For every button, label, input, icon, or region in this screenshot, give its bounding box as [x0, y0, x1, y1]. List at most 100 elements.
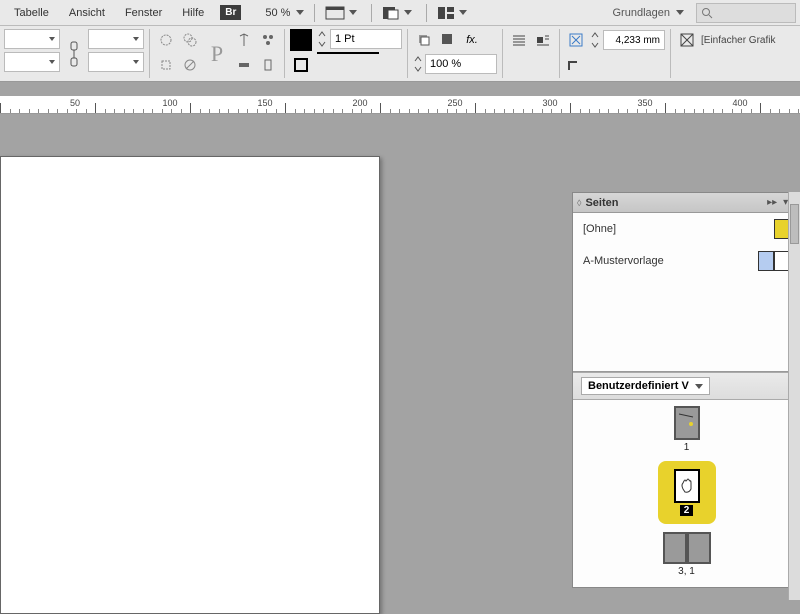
text-wrap-icon[interactable] — [532, 29, 554, 51]
stepper-icon[interactable] — [317, 30, 327, 48]
document-page[interactable] — [0, 156, 380, 614]
stroke-style-preview[interactable] — [317, 52, 379, 54]
master-row-a[interactable]: A-Mustervorlage — [573, 245, 800, 277]
ruler-tick: 50 — [70, 98, 80, 108]
hand-icon — [678, 475, 696, 497]
drop-shadow-icon[interactable] — [437, 29, 459, 51]
paragraph-icon[interactable]: P — [204, 32, 230, 76]
page-number: 1 — [684, 442, 690, 453]
page-item-1[interactable]: 1 — [674, 406, 700, 453]
grip-icon: ◊ — [577, 198, 581, 208]
workspace-switcher[interactable]: Grundlagen — [613, 7, 671, 19]
horizontal-ruler[interactable]: 50 100 150 200 250 300 350 400 — [0, 96, 800, 114]
separator — [426, 4, 427, 22]
chevron-down-icon — [49, 60, 55, 64]
chevron-down-icon[interactable] — [404, 10, 412, 15]
stroke-swatch[interactable] — [290, 54, 312, 76]
separator — [149, 29, 150, 78]
h-field[interactable] — [88, 52, 144, 72]
x-field[interactable] — [4, 29, 60, 49]
effects-icon[interactable] — [413, 29, 435, 51]
chevron-down-icon[interactable] — [459, 10, 467, 15]
ruler-tick: 350 — [637, 98, 652, 108]
stepper-icon[interactable] — [413, 55, 423, 73]
ruler-tick: 100 — [162, 98, 177, 108]
separator — [284, 29, 285, 78]
fx-icon[interactable]: fx. — [461, 29, 483, 51]
menubar: Tabelle Ansicht Fenster Hilfe Br 50 % Gr… — [0, 0, 800, 26]
align-icon[interactable] — [233, 54, 255, 76]
chevron-down-icon — [296, 10, 304, 15]
zoom-value: 50 % — [265, 7, 290, 19]
section-dropdown[interactable]: Benutzerdefiniert V — [573, 372, 800, 400]
corner-options-icon[interactable] — [565, 54, 591, 76]
menu-ansicht[interactable]: Ansicht — [59, 3, 115, 23]
master-label: [Ohne] — [583, 223, 764, 235]
constrain-button[interactable] — [63, 43, 85, 65]
y-field[interactable] — [4, 52, 60, 72]
w-field[interactable] — [88, 29, 144, 49]
size-field[interactable]: 4,233 mm — [603, 30, 665, 50]
page-thumbnail — [674, 469, 700, 503]
separator — [314, 4, 315, 22]
graphic-frame-label: [Einfacher Grafik — [701, 35, 775, 46]
section-label: Benutzerdefiniert V — [588, 380, 689, 392]
stepper-icon[interactable] — [590, 31, 600, 49]
chevron-down-icon — [49, 37, 55, 41]
page-thumbnail — [687, 532, 711, 564]
master-thumbnail — [758, 251, 774, 271]
page-item-2-selected[interactable]: 2 — [658, 461, 716, 524]
panel-scrollbar[interactable] — [788, 192, 800, 600]
ruler-tick: 150 — [257, 98, 272, 108]
chevron-down-icon[interactable] — [349, 10, 357, 15]
control-toolbar: P 1 Pt — [0, 26, 800, 82]
separator — [371, 4, 372, 22]
stroke-weight-field[interactable]: 1 Pt — [330, 29, 402, 49]
menu-fenster[interactable]: Fenster — [115, 3, 172, 23]
panel-header[interactable]: ◊ Seiten ▸▸ ▾≡ — [573, 193, 800, 213]
zoom-level[interactable]: 50 % — [265, 7, 304, 19]
size-value: 4,233 mm — [616, 35, 660, 46]
page-item-3[interactable]: 3, 1 — [663, 532, 711, 577]
master-row-none[interactable]: [Ohne] — [573, 213, 800, 245]
ruler-tick: 300 — [542, 98, 557, 108]
master-label: A-Mustervorlage — [583, 255, 748, 267]
separator — [502, 29, 503, 78]
menu-tabelle[interactable]: Tabelle — [4, 3, 59, 23]
separator — [407, 29, 408, 78]
text-wrap-icon[interactable] — [508, 29, 530, 51]
screen-mode-button[interactable] — [325, 5, 345, 21]
align-icon[interactable] — [233, 29, 255, 51]
scrollbar-thumb[interactable] — [790, 204, 799, 244]
ruler-tick: 400 — [732, 98, 747, 108]
chevron-down-icon — [695, 384, 703, 389]
opacity-value: 100 % — [430, 58, 461, 70]
ruler-tick: 250 — [447, 98, 462, 108]
collapse-button[interactable]: ▸▸ — [763, 197, 781, 208]
frame-fitting-icon[interactable] — [565, 29, 587, 51]
pathfinder-icon[interactable] — [155, 29, 177, 51]
chevron-down-icon — [133, 37, 139, 41]
separator — [559, 29, 560, 78]
pages-list: 1 2 3, 1 — [573, 400, 800, 587]
fill-swatch[interactable] — [290, 29, 312, 51]
page-number: 3, 1 — [678, 566, 695, 577]
bridge-badge[interactable]: Br — [220, 5, 241, 20]
menu-hilfe[interactable]: Hilfe — [172, 3, 214, 23]
ruler-tick: 200 — [352, 98, 367, 108]
pathfinder-icon[interactable] — [179, 29, 201, 51]
graphic-frame-icon[interactable] — [676, 29, 698, 51]
pathfinder-icon[interactable] — [155, 54, 177, 76]
opacity-field[interactable]: 100 % — [425, 54, 497, 74]
separator — [670, 29, 671, 78]
distribute-icon[interactable] — [257, 29, 279, 51]
workspace-grid-button[interactable] — [437, 5, 455, 21]
align-icon[interactable] — [257, 54, 279, 76]
arrange-button[interactable] — [382, 5, 400, 21]
page-thumbnail — [663, 532, 687, 564]
pathfinder-icon[interactable] — [179, 54, 201, 76]
masters-list: [Ohne] A-Mustervorlage — [573, 213, 800, 371]
search-input[interactable] — [696, 3, 796, 23]
page-number: 2 — [680, 505, 694, 516]
search-icon — [701, 7, 713, 19]
